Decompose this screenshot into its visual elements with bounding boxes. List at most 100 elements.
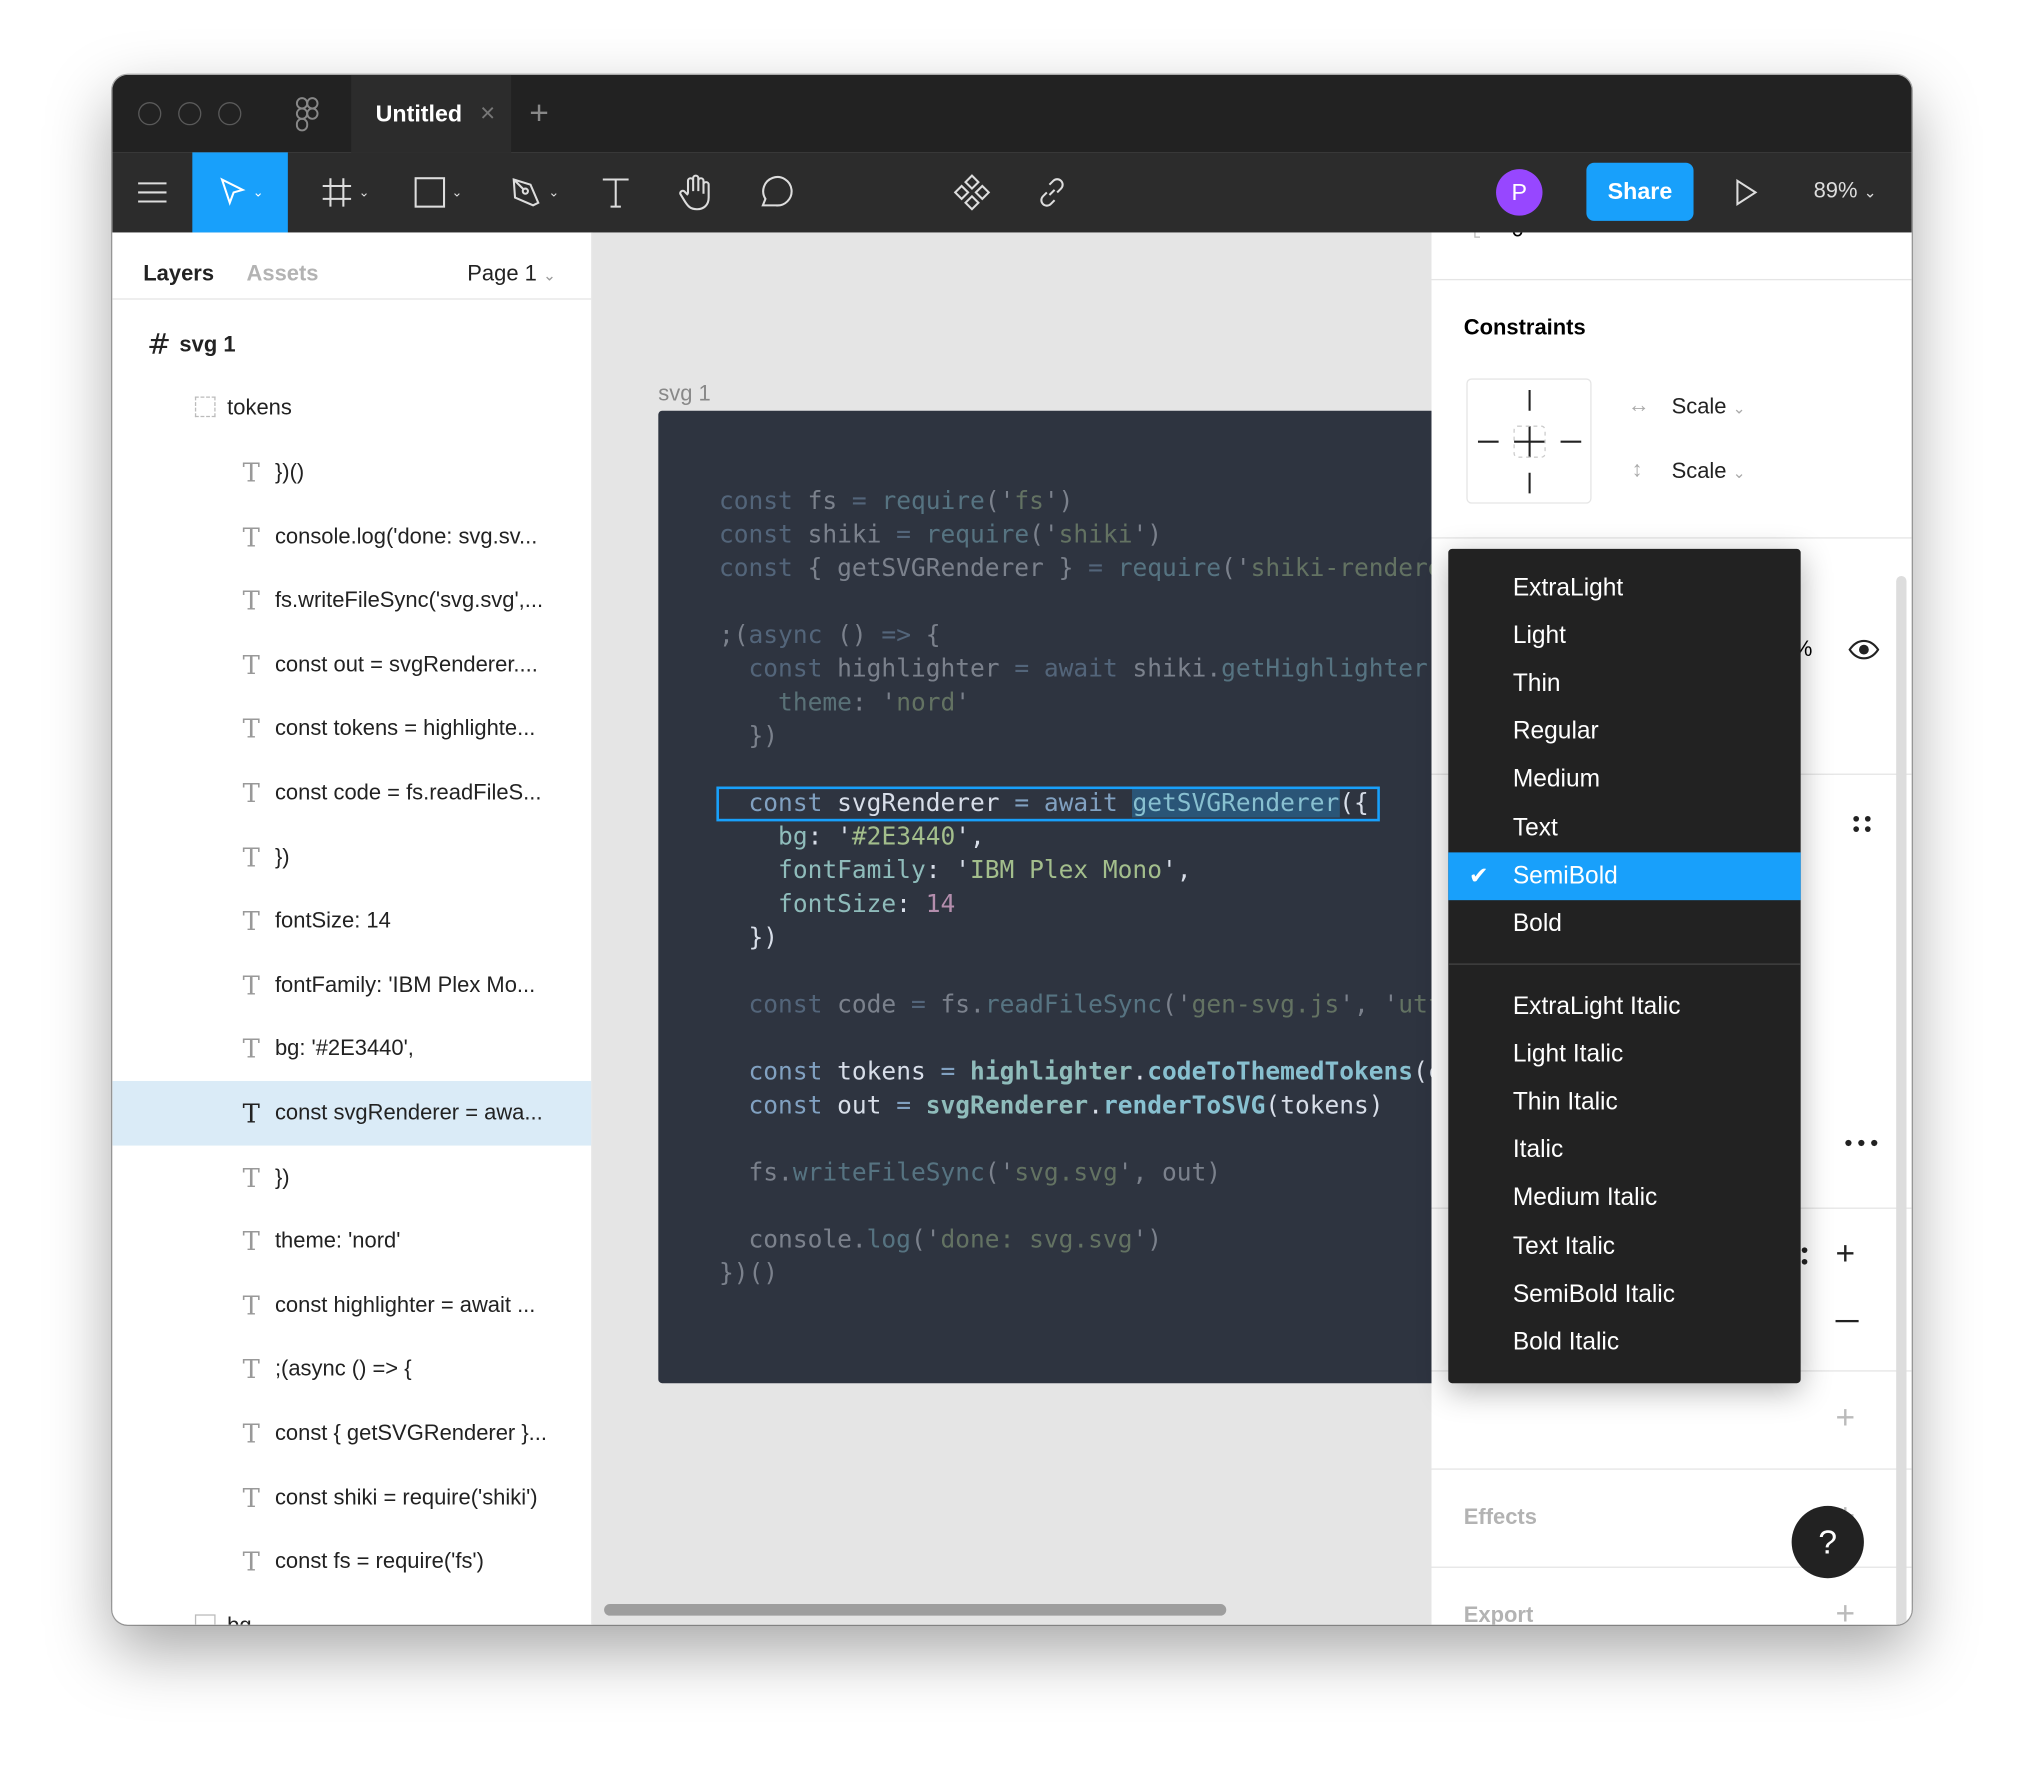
layer-name: console.log('done: svg.sv... [274, 523, 538, 549]
font-weight-option[interactable]: Italic [1448, 1127, 1800, 1175]
layer-row[interactable]: tokens [112, 376, 591, 441]
layers-panel: Layers Assets Page 1 ⌄ # svg 1 tokens T})()… [112, 232, 593, 1625]
zoom-level: 89% [1813, 178, 1858, 203]
frame-tool-button[interactable]: ⌄ [306, 152, 383, 232]
font-weight-option[interactable]: Regular [1448, 709, 1800, 757]
code-token: ', out) [1117, 1158, 1222, 1187]
style-dots-icon[interactable] [1799, 1246, 1809, 1267]
layer-row[interactable]: bg [112, 1593, 591, 1625]
layer-row[interactable]: Tconst out = svgRenderer.... [112, 633, 591, 698]
tab-untitled[interactable]: Untitled × [351, 74, 512, 153]
style-grid-icon[interactable] [1852, 814, 1873, 835]
code-token: tokens [822, 1057, 941, 1087]
font-weight-option[interactable]: Light [1448, 612, 1800, 660]
layer-row[interactable]: Tconsole.log('done: svg.sv... [112, 504, 591, 569]
font-weight-option[interactable]: ✔ SemiBold [1448, 852, 1801, 901]
main-menu-button[interactable] [112, 152, 192, 232]
layer-row[interactable]: Tfs.writeFileSync('svg.svg',... [112, 569, 591, 634]
maximize-window-button[interactable] [218, 102, 242, 126]
font-weight-option[interactable]: ExtraLight [1448, 564, 1800, 612]
layer-row[interactable]: TfontFamily: 'IBM Plex Mo... [112, 953, 591, 1018]
code-token: })() [718, 1259, 779, 1288]
font-weight-option[interactable]: Thin [1448, 660, 1800, 708]
font-weight-option[interactable]: Light Italic [1448, 1031, 1800, 1079]
text-tool-button[interactable] [592, 152, 638, 232]
move-tool-button[interactable]: ⌄ [192, 152, 288, 233]
font-weight-option[interactable]: Medium [1448, 757, 1800, 805]
layer-row[interactable]: TfontSize: 14 [112, 889, 591, 954]
code-token: shiki-renderer-svg [1250, 554, 1432, 583]
hand-tool-button[interactable] [673, 152, 719, 232]
help-button[interactable]: ? [1791, 1505, 1864, 1579]
add-export-button[interactable]: + [1836, 1594, 1856, 1625]
layer-row[interactable]: Tconst tokens = highlighte... [112, 697, 591, 762]
font-weight-option[interactable]: ExtraLight Italic [1448, 983, 1800, 1031]
layer-row[interactable]: T}) [112, 1145, 591, 1210]
zoom-dropdown[interactable]: 89% ⌄ [1814, 178, 1877, 204]
components-button[interactable] [949, 152, 995, 232]
font-weight-option[interactable]: Text [1448, 805, 1800, 853]
code-line: console.log('done: svg.svg') [719, 1223, 1432, 1257]
corner-radius-value[interactable]: 0 [1512, 232, 1524, 242]
vertical-scrollbar[interactable] [1896, 576, 1907, 1625]
comment-tool-button[interactable] [753, 152, 799, 232]
layer-row[interactable]: Tconst code = fs.readFileS... [112, 761, 591, 826]
code-token: = [910, 990, 926, 1019]
user-avatar[interactable]: P [1496, 169, 1543, 216]
code-token: (' [1162, 990, 1192, 1019]
horizontal-constraint-dropdown[interactable]: Scale ⌄ [1672, 394, 1746, 420]
remove-fill-icon[interactable] [1835, 1319, 1859, 1323]
page-selector[interactable]: Page 1 ⌄ [467, 261, 556, 287]
layer-row[interactable]: T}) [112, 825, 591, 890]
text-layer-icon: T [242, 713, 260, 745]
layer-row[interactable]: Tconst shiki = require('shiki') [112, 1465, 591, 1530]
tab-assets[interactable]: Assets [247, 261, 319, 287]
code-token: fs [792, 486, 852, 516]
font-weight-option[interactable]: Bold [1448, 901, 1800, 949]
layer-row[interactable]: T})() [112, 440, 591, 505]
add-stroke-button[interactable]: + [1836, 1397, 1856, 1437]
present-button[interactable] [1723, 152, 1769, 232]
canvas[interactable]: svg 1 const fs = require('fs') const shik… [592, 232, 1432, 1625]
minimize-window-button[interactable] [178, 102, 202, 126]
figma-logo-icon[interactable] [294, 97, 320, 133]
font-weight-option[interactable]: Text Italic [1448, 1223, 1800, 1271]
frame-label[interactable]: svg 1 [658, 381, 710, 407]
more-options-icon[interactable] [1845, 1139, 1879, 1147]
horizontal-constraint-value: Scale [1671, 393, 1727, 419]
constraints-title: Constraints [1463, 315, 1586, 340]
font-weight-option[interactable]: Thin Italic [1448, 1079, 1800, 1127]
layer-row[interactable]: Tconst svgRenderer = awa... [112, 1080, 592, 1146]
link-button[interactable] [1029, 152, 1075, 232]
layer-row[interactable]: Tbg: '#2E3440', [112, 1017, 591, 1082]
layer-row[interactable]: Tconst highlighter = await ... [112, 1273, 591, 1338]
layer-row[interactable]: # svg 1 [112, 313, 591, 378]
font-weight-option[interactable]: Bold Italic [1448, 1319, 1800, 1367]
constraints-widget[interactable] [1466, 378, 1592, 504]
close-tab-icon[interactable]: × [480, 99, 495, 129]
font-weight-option[interactable]: SemiBold Italic [1448, 1271, 1800, 1319]
new-tab-button[interactable]: + [529, 93, 549, 133]
code-token: ') [1043, 486, 1074, 516]
layer-row[interactable]: Tconst fs = require('fs') [112, 1529, 591, 1594]
layer-row[interactable]: Tconst { getSVGRenderer }... [112, 1401, 591, 1466]
pen-tool-button[interactable]: ⌄ [496, 152, 573, 232]
tab-layers[interactable]: Layers [143, 261, 214, 287]
code-frame[interactable]: const fs = require('fs') const shiki = re… [658, 410, 1432, 1384]
horizontal-scrollbar[interactable] [604, 1604, 1227, 1616]
add-fill-button[interactable]: + [1836, 1233, 1856, 1273]
menu-separator [1448, 963, 1801, 965]
code-line: fs.writeFileSync('svg.svg', out) [719, 1156, 1432, 1190]
shape-tool-button[interactable]: ⌄ [399, 152, 476, 232]
text-layer-icon: T [242, 777, 260, 809]
close-window-button[interactable] [138, 102, 162, 126]
layer-row[interactable]: Ttheme: 'nord' [112, 1209, 591, 1274]
code-token: const [748, 654, 823, 684]
vertical-constraint-dropdown[interactable]: Scale ⌄ [1672, 458, 1746, 484]
eye-icon[interactable] [1848, 639, 1880, 660]
share-button[interactable]: Share [1586, 162, 1694, 221]
layer-row[interactable]: T ;(async () => { [112, 1337, 591, 1402]
font-weight-option[interactable]: Medium Italic [1448, 1175, 1800, 1223]
code-token: async [748, 621, 823, 650]
